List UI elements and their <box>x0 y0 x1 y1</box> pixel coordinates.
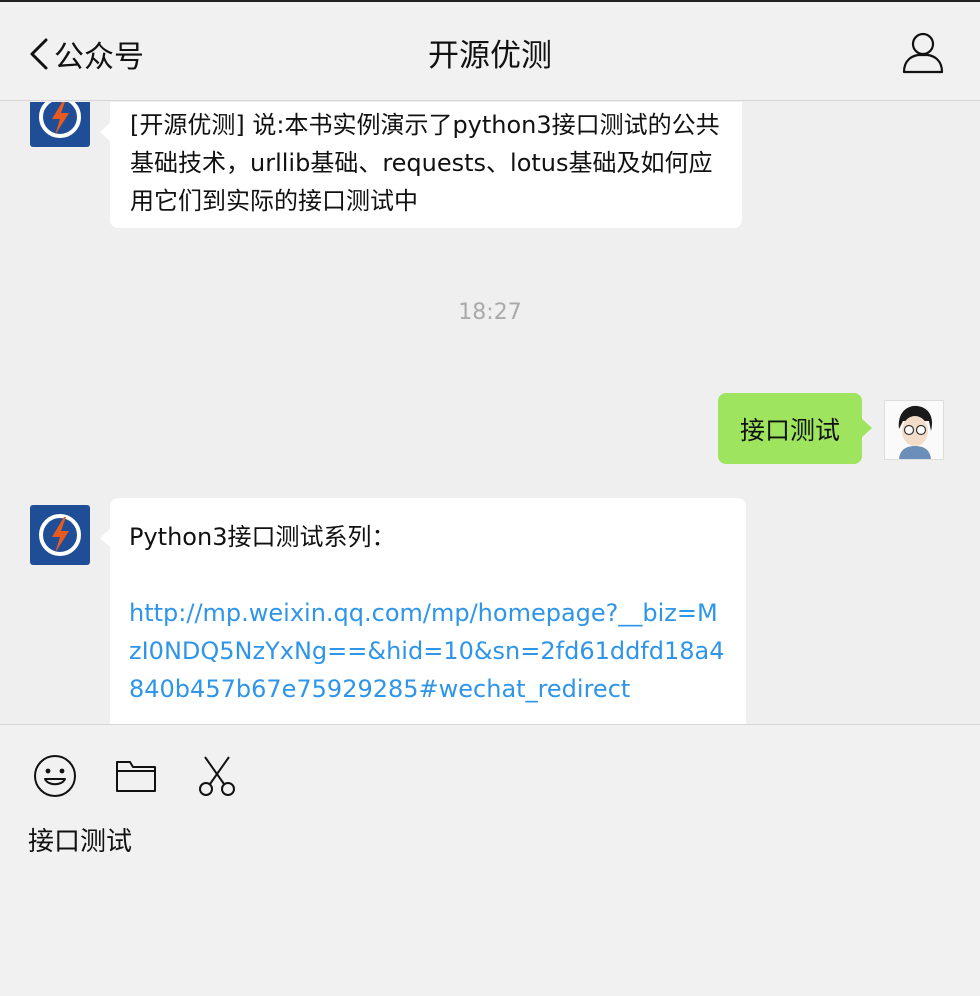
lightning-logo-icon <box>39 514 81 556</box>
account-avatar[interactable] <box>30 505 90 565</box>
chat-area[interactable]: [开源优测] 说:本书实例演示了python3接口测试的公共基础技术，urlli… <box>0 102 980 724</box>
user-avatar-image <box>885 401 943 459</box>
homepage-link[interactable]: http://mp.weixin.qq.com/mp/homepage?__bi… <box>129 594 727 708</box>
user-avatar[interactable] <box>884 400 944 460</box>
bubble-tail <box>100 122 111 142</box>
timestamp: 18:27 <box>458 300 522 325</box>
message-input[interactable]: 接口测试 <box>28 821 132 858</box>
scissors-icon[interactable] <box>194 753 240 799</box>
user-message-text: 接口测试 <box>739 415 840 445</box>
message-title: Python3接口测试系列： <box>129 523 396 551</box>
message-text: [开源优测] 说:本书实例演示了python3接口测试的公共基础技术，urlli… <box>130 111 720 215</box>
person-icon[interactable] <box>902 30 944 74</box>
user-message-bubble[interactable]: 接口测试 <box>718 393 872 464</box>
message-bubble-series[interactable]: Python3接口测试系列： http://mp.weixin.qq.com/m… <box>100 498 746 724</box>
nav-header: 公众号 开源优测 <box>0 2 980 101</box>
smiley-icon[interactable] <box>32 753 78 799</box>
message-bubble-intro[interactable]: [开源优测] 说:本书实例演示了python3接口测试的公共基础技术，urlli… <box>100 102 742 228</box>
page-title: 开源优测 <box>428 38 552 74</box>
folder-icon[interactable] <box>113 753 159 799</box>
lightning-logo-icon <box>39 102 81 138</box>
account-avatar[interactable] <box>30 102 90 147</box>
input-panel: 接口测试 <box>0 724 980 996</box>
bubble-tail <box>861 418 872 438</box>
bubble-tail <box>100 528 111 548</box>
